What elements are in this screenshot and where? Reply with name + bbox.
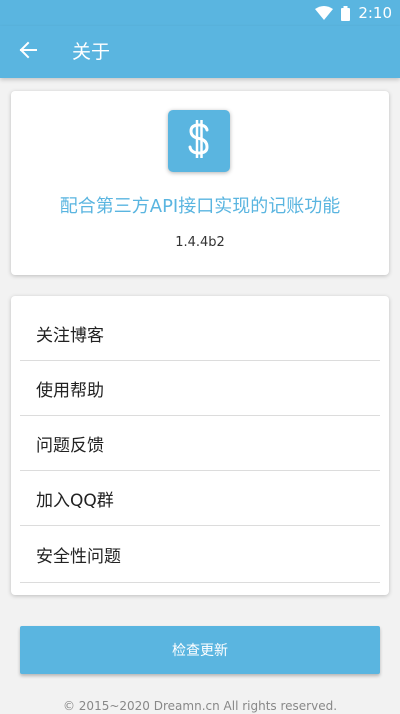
menu-item-label: 安全性问题 [36, 546, 121, 567]
about-card: 配合第三方API接口实现的记账功能 1.4.4b2 [11, 91, 389, 275]
menu-item-security[interactable]: 安全性问题 [20, 526, 380, 583]
status-time: 2:10 [358, 4, 392, 22]
app-logo [168, 110, 230, 172]
menu-item-label: 加入QQ群 [36, 490, 114, 511]
wifi-icon [315, 6, 334, 20]
page-title: 关于 [72, 41, 111, 63]
copyright-footer: © 2015~2020 Dreamn.cn All rights reserve… [62, 699, 338, 713]
menu-card: 关注博客 使用帮助 问题反馈 加入QQ群 安全性问题 [11, 296, 389, 595]
status-bar: 2:10 [0, 0, 400, 26]
battery-icon [341, 5, 351, 21]
menu-item-join-qq-group[interactable]: 加入QQ群 [20, 471, 380, 526]
menu-item-feedback[interactable]: 问题反馈 [20, 416, 380, 471]
app-bar: 关于 [0, 26, 400, 78]
check-update-button[interactable]: 检查更新 [20, 626, 380, 674]
back-button[interactable] [8, 32, 48, 72]
menu-item-follow-blog[interactable]: 关注博客 [20, 306, 380, 361]
dollar-icon [184, 118, 214, 164]
status-icons: 2:10 [315, 3, 392, 23]
menu-list: 关注博客 使用帮助 问题反馈 加入QQ群 安全性问题 [20, 306, 380, 583]
app-version: 1.4.4b2 [175, 235, 225, 250]
menu-item-label: 问题反馈 [36, 435, 104, 456]
menu-item-label: 使用帮助 [36, 380, 104, 401]
arrow-back-icon [19, 41, 37, 63]
menu-item-help[interactable]: 使用帮助 [20, 361, 380, 416]
app-tagline: 配合第三方API接口实现的记账功能 [59, 196, 341, 217]
menu-item-label: 关注博客 [36, 325, 104, 346]
